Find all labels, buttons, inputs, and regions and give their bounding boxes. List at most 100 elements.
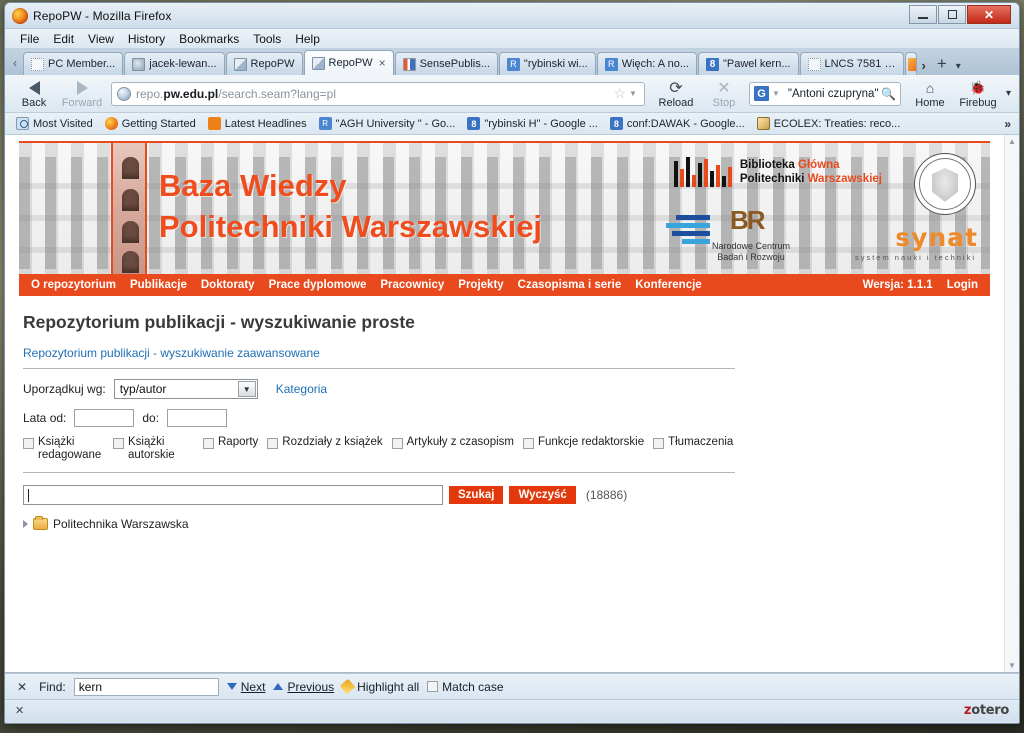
filter-ksiazki-autorskie[interactable]: Książki autorskie bbox=[113, 436, 194, 462]
tab-pc-member[interactable]: PC Member... bbox=[23, 52, 124, 75]
menu-history[interactable]: History bbox=[121, 31, 172, 47]
bookmark-label: Most Visited bbox=[33, 117, 93, 130]
scroll-down-icon[interactable]: ▼ bbox=[1008, 661, 1016, 670]
page-scrollbar[interactable]: ▲ ▼ bbox=[1004, 135, 1019, 672]
tab-scroll-left-button[interactable]: ‹ bbox=[7, 51, 23, 75]
new-tab-button[interactable]: + bbox=[930, 54, 954, 75]
tab-sensepublishers[interactable]: SensePublis... bbox=[394, 52, 498, 75]
minimize-button[interactable] bbox=[909, 5, 937, 24]
menu-tools[interactable]: Tools bbox=[246, 31, 288, 47]
menu-file[interactable]: File bbox=[13, 31, 46, 47]
chevron-down-icon[interactable]: ▼ bbox=[626, 89, 639, 98]
nav-doktoraty[interactable]: Doktoraty bbox=[201, 279, 255, 291]
filter-funkcje-redaktorskie[interactable]: Funkcje redaktorskie bbox=[522, 436, 644, 449]
year-to-input[interactable] bbox=[167, 409, 228, 427]
match-case-checkbox[interactable]: Match case bbox=[427, 680, 504, 694]
search-input[interactable] bbox=[23, 485, 443, 505]
bookmark-ecolex[interactable]: ECOLEX: Treaties: reco... bbox=[752, 116, 906, 131]
bookmark-agh-university[interactable]: R "AGH University " - Go... bbox=[314, 116, 461, 131]
find-input[interactable]: kern bbox=[73, 677, 219, 696]
forward-label: Forward bbox=[61, 96, 103, 109]
tab-pawel-kern[interactable]: 8 "Pawel kern... bbox=[698, 52, 799, 75]
chevron-down-icon[interactable]: ▼ bbox=[237, 381, 256, 397]
nav-konferencje[interactable]: Konferencje bbox=[635, 279, 701, 291]
menu-edit[interactable]: Edit bbox=[46, 31, 81, 47]
nav-publikacje[interactable]: Publikacje bbox=[130, 279, 187, 291]
tab-close-icon[interactable]: × bbox=[379, 56, 386, 70]
bookmark-getting-started[interactable]: Getting Started bbox=[100, 116, 201, 131]
menu-help[interactable]: Help bbox=[288, 31, 327, 47]
url-domain: pw.edu.pl bbox=[163, 86, 219, 101]
checkbox-icon[interactable] bbox=[203, 438, 214, 449]
tab-jacek-lewan[interactable]: jacek-lewan... bbox=[124, 52, 225, 75]
tab-scroll-right-button[interactable]: › bbox=[918, 58, 930, 75]
year-from-input[interactable] bbox=[74, 409, 135, 427]
checkbox-icon[interactable] bbox=[427, 681, 439, 692]
filter-raporty[interactable]: Raporty bbox=[203, 436, 258, 449]
nav-projekty[interactable]: Projekty bbox=[458, 279, 503, 291]
search-input[interactable]: "Antoni czupryna" bbox=[788, 88, 879, 100]
checkbox-icon[interactable] bbox=[113, 438, 124, 449]
bookmark-star-icon[interactable]: ☆ bbox=[607, 85, 626, 102]
back-button[interactable]: Back bbox=[11, 76, 57, 112]
find-close-icon[interactable]: ✕ bbox=[13, 680, 31, 694]
checkbox-icon[interactable] bbox=[267, 438, 279, 449]
tree-root-row[interactable]: Politechnika Warszawska bbox=[23, 516, 986, 531]
search-icon[interactable]: 🔍 bbox=[881, 87, 896, 101]
filter-tlumaczenia[interactable]: Tłumaczenia bbox=[653, 436, 733, 449]
checkbox-icon[interactable] bbox=[522, 438, 534, 449]
find-previous-button[interactable]: Previous bbox=[273, 680, 334, 694]
menu-bookmarks[interactable]: Bookmarks bbox=[172, 31, 246, 47]
menu-view[interactable]: View bbox=[81, 31, 121, 47]
filter-ksiazki-redagowane[interactable]: Książki redagowane bbox=[23, 436, 104, 462]
chevron-right-icon[interactable] bbox=[23, 520, 28, 528]
bookmark-latest-headlines[interactable]: Latest Headlines bbox=[203, 116, 312, 131]
ncbr-icon bbox=[664, 211, 710, 245]
bookmarks-overflow-icon[interactable]: » bbox=[1004, 117, 1017, 131]
filter-artykuly-z-czasopism[interactable]: Artykuły z czasopism bbox=[391, 436, 514, 449]
bookmark-most-visited[interactable]: Most Visited bbox=[11, 116, 98, 131]
tab-repopw-1[interactable]: RepoPW bbox=[225, 52, 303, 75]
google-search-engine-icon[interactable]: G bbox=[753, 86, 769, 101]
list-all-tabs-icon[interactable]: ▾ bbox=[954, 61, 967, 75]
bookmark-rybinski-h[interactable]: 8 "rybinski H" - Google ... bbox=[462, 116, 603, 131]
tab-wiech[interactable]: R Więch: A no... bbox=[596, 52, 697, 75]
close-button[interactable]: ✕ bbox=[967, 5, 1011, 24]
sort-select[interactable]: typ/autor ▼ bbox=[113, 379, 258, 399]
forward-button[interactable]: Forward bbox=[59, 76, 105, 112]
scroll-up-icon[interactable]: ▲ bbox=[1008, 137, 1016, 146]
bookmark-conf-dawak[interactable]: 8 conf:DAWAK - Google... bbox=[605, 116, 750, 131]
tab-rybinski[interactable]: R "rybinski wi... bbox=[498, 52, 596, 75]
checkbox-icon[interactable] bbox=[653, 438, 665, 449]
wyczysc-button[interactable]: Wyczyść bbox=[509, 486, 576, 504]
zotero-button[interactable]: zotero bbox=[964, 703, 1009, 718]
tab-partial[interactable] bbox=[904, 52, 917, 75]
advanced-search-link[interactable]: Repozytorium publikacji - wyszukiwanie z… bbox=[23, 346, 986, 360]
find-next-button[interactable]: Next bbox=[226, 680, 265, 694]
nav-pracownicy[interactable]: Pracownicy bbox=[380, 279, 444, 291]
home-button[interactable]: ⌂ Home bbox=[907, 76, 953, 112]
bookmark-label: conf:DAWAK - Google... bbox=[626, 117, 745, 130]
nav-prace-dyplomowe[interactable]: Prace dyplomowe bbox=[269, 279, 367, 291]
nav-o-repozytorium[interactable]: O repozytorium bbox=[31, 279, 116, 291]
checkbox-icon[interactable] bbox=[391, 438, 403, 449]
filter-rozdzialy-z-ksiazek[interactable]: Rozdziały z książek bbox=[267, 436, 383, 449]
firebug-button[interactable]: 🐞 Firebug bbox=[955, 76, 1001, 112]
tab-repopw-active[interactable]: RepoPW × bbox=[303, 50, 394, 75]
search-bar[interactable]: G ▼ "Antoni czupryna" 🔍 bbox=[748, 81, 901, 106]
chevron-down-icon[interactable]: ▼ bbox=[769, 89, 782, 98]
stop-button[interactable]: ✕ Stop bbox=[701, 76, 747, 112]
kategoria-link[interactable]: Kategoria bbox=[276, 382, 327, 396]
nav-czasopisma-i-serie[interactable]: Czasopisma i serie bbox=[518, 279, 622, 291]
toolbar-overflow-icon[interactable]: ▾ bbox=[1003, 88, 1013, 99]
szukaj-button[interactable]: Szukaj bbox=[449, 486, 504, 504]
maximize-button[interactable] bbox=[938, 5, 966, 24]
url-bar[interactable]: repo.pw.edu.pl/search.seam?lang=pl ☆ ▼ bbox=[111, 81, 645, 106]
google-scholar-icon: 8 bbox=[609, 117, 623, 130]
tab-lncs-7581[interactable]: LNCS 7581 -... bbox=[799, 52, 904, 75]
login-link[interactable]: Login bbox=[947, 279, 978, 291]
checkbox-icon[interactable] bbox=[23, 438, 34, 449]
reload-button[interactable]: ⟳ Reload bbox=[653, 76, 699, 112]
highlight-all-button[interactable]: Highlight all bbox=[339, 678, 419, 695]
statusbar-close-icon[interactable]: ✕ bbox=[15, 704, 24, 717]
